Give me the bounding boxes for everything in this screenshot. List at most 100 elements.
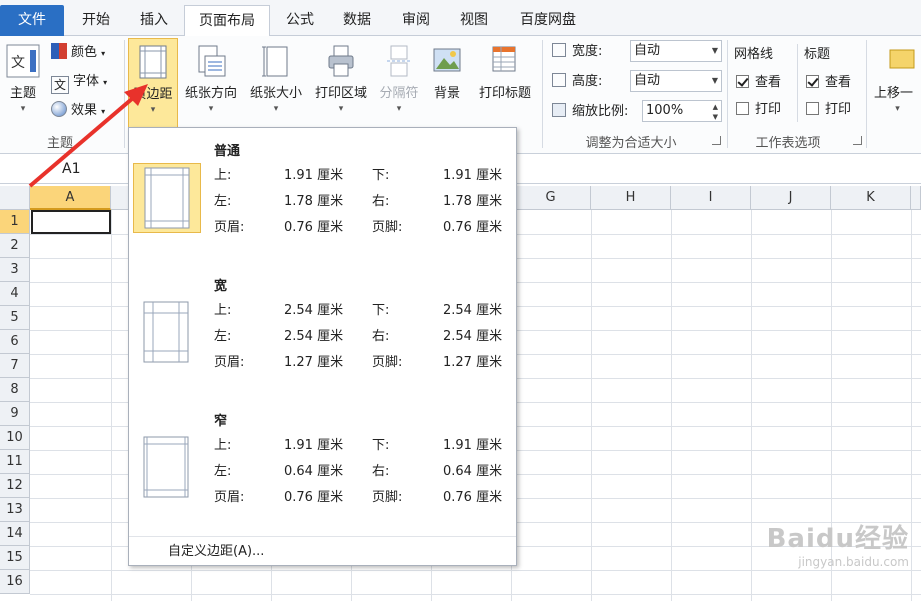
scale-label: 缩放比例:: [552, 101, 628, 123]
row-header[interactable]: 1: [0, 210, 30, 234]
page-margins-icon: [144, 167, 190, 229]
row-header[interactable]: 13: [0, 498, 30, 522]
column-header-k[interactable]: K: [831, 186, 911, 210]
group-divider: [542, 40, 543, 148]
headings-view-checkbox[interactable]: 查看: [806, 72, 851, 94]
printer-icon: [328, 45, 354, 77]
custom-margins-menu-item[interactable]: 自定义边距(A)...: [129, 536, 516, 566]
gridline: [911, 210, 912, 601]
effects-icon: [51, 101, 67, 117]
row-header[interactable]: 5: [0, 306, 30, 330]
column-header-i[interactable]: I: [671, 186, 751, 210]
tab-view[interactable]: 视图: [448, 5, 500, 36]
breaks-button[interactable]: 分隔符 ▾: [374, 38, 424, 128]
tab-file[interactable]: 文件: [0, 5, 64, 36]
chevron-down-icon: ▾: [338, 104, 344, 114]
row-header[interactable]: 2: [0, 234, 30, 258]
row-header[interactable]: 8: [0, 378, 30, 402]
gridline: [751, 210, 752, 601]
spinner-arrows-icon[interactable]: ▲ ▼: [713, 102, 718, 122]
row-header[interactable]: 14: [0, 522, 30, 546]
chevron-down-icon: ▾: [895, 104, 900, 114]
chevron-down-icon: ▾: [150, 105, 156, 115]
chevron-down-icon: ▼: [711, 46, 718, 55]
column-header-j[interactable]: J: [751, 186, 831, 210]
column-header-g[interactable]: G: [511, 186, 591, 210]
scale-dialog-launcher[interactable]: [712, 136, 721, 145]
gridlines-print-checkbox[interactable]: 打印: [736, 99, 781, 121]
bring-forward-button[interactable]: 上移一 ▾: [874, 38, 921, 128]
wide-margins-thumbnail: [133, 298, 201, 368]
column-header-a[interactable]: A: [30, 186, 111, 210]
headings-print-checkbox[interactable]: 打印: [806, 99, 851, 121]
size-button[interactable]: 纸张大小 ▾: [246, 38, 306, 128]
margins-button[interactable]: 页边距 ▾: [128, 38, 178, 128]
themes-button[interactable]: 文 主题 ▾: [2, 38, 44, 128]
height-combo[interactable]: 自动 ▼: [630, 70, 722, 92]
sheet-options-group-label: 工作表选项: [755, 136, 821, 151]
normal-margins-thumbnail: [133, 163, 201, 233]
scale-spinner[interactable]: 100% ▲ ▼: [642, 100, 722, 122]
tab-data[interactable]: 数据: [331, 5, 383, 36]
column-header-partial[interactable]: [911, 186, 921, 210]
row-header[interactable]: 7: [0, 354, 30, 378]
theme-effects-button[interactable]: 效果 ▾: [51, 100, 105, 122]
width-combo[interactable]: 自动 ▼: [630, 40, 722, 62]
watermark-url: jingyan.baidu.com: [798, 555, 909, 569]
tab-insert[interactable]: 插入: [128, 5, 180, 36]
tab-formulas[interactable]: 公式: [274, 5, 326, 36]
tab-review[interactable]: 审阅: [390, 5, 442, 36]
checkbox-unchecked-icon: [806, 102, 819, 115]
picture-icon: [433, 48, 461, 72]
row-header[interactable]: 4: [0, 282, 30, 306]
print-titles-icon: [492, 46, 516, 72]
margin-preset-narrow[interactable]: 窄 上: 1.91 厘米 下: 1.91 厘米 左: 0.64 厘米 右: 0.…: [129, 400, 518, 520]
gridline: [591, 210, 592, 601]
active-cell-a1[interactable]: [31, 210, 111, 234]
gridlines-view-checkbox[interactable]: 查看: [736, 72, 781, 94]
theme-fonts-button[interactable]: 文字体 ▾: [51, 71, 108, 94]
name-box[interactable]: A1: [30, 158, 120, 180]
select-all-corner[interactable]: [0, 186, 30, 210]
width-icon: [552, 43, 566, 57]
print-area-button[interactable]: 打印区域 ▾: [310, 38, 372, 128]
headings-label: 标题: [804, 47, 831, 62]
row-header[interactable]: 6: [0, 330, 30, 354]
group-divider: [727, 40, 728, 148]
chevron-down-icon: ▾: [103, 78, 108, 87]
gridline: [30, 570, 921, 571]
print-titles-button[interactable]: 打印标题: [472, 38, 538, 128]
row-header[interactable]: 3: [0, 258, 30, 282]
tab-baidu-netdisk[interactable]: 百度网盘: [508, 5, 588, 36]
orientation-button[interactable]: 纸张方向 ▾: [180, 38, 242, 128]
tab-home[interactable]: 开始: [70, 5, 122, 36]
checkbox-unchecked-icon: [736, 102, 749, 115]
chevron-down-icon: ▾: [208, 104, 214, 114]
height-label: 高度:: [552, 71, 602, 93]
row-header[interactable]: 9: [0, 402, 30, 426]
margin-preset-normal[interactable]: 普通 上: 1.91 厘米 下: 1.91 厘米 左: 1.78 厘米 右: 1…: [129, 130, 518, 250]
group-divider: [797, 44, 798, 122]
page-margins-icon: [143, 301, 189, 363]
margin-preset-wide[interactable]: 宽 上: 2.54 厘米 下: 2.54 厘米 左: 2.54 厘米 右: 2.…: [129, 265, 518, 385]
margins-dropdown: 普通 上: 1.91 厘米 下: 1.91 厘米 左: 1.78 厘米 右: 1…: [128, 127, 517, 566]
row-header[interactable]: 11: [0, 450, 30, 474]
font-icon: 文: [51, 76, 69, 94]
themes-group-label: 主题: [46, 136, 73, 151]
sheet-options-dialog-launcher[interactable]: [853, 136, 862, 145]
narrow-margins-thumbnail: [133, 433, 201, 503]
row-header[interactable]: 16: [0, 570, 30, 594]
theme-colors-button[interactable]: 颜色 ▾: [51, 42, 105, 64]
background-button[interactable]: 背景: [428, 38, 466, 128]
paper-size-icon: [262, 46, 288, 77]
height-icon: [552, 73, 566, 87]
themes-icon: 文: [6, 44, 40, 78]
gridline: [111, 210, 112, 601]
row-header[interactable]: 15: [0, 546, 30, 570]
scale-group-label: 调整为合适大小: [585, 136, 677, 151]
tab-page-layout[interactable]: 页面布局: [184, 5, 270, 37]
column-header-h[interactable]: H: [591, 186, 671, 210]
row-header[interactable]: 10: [0, 426, 30, 450]
scale-icon: [552, 103, 566, 117]
row-header[interactable]: 12: [0, 474, 30, 498]
